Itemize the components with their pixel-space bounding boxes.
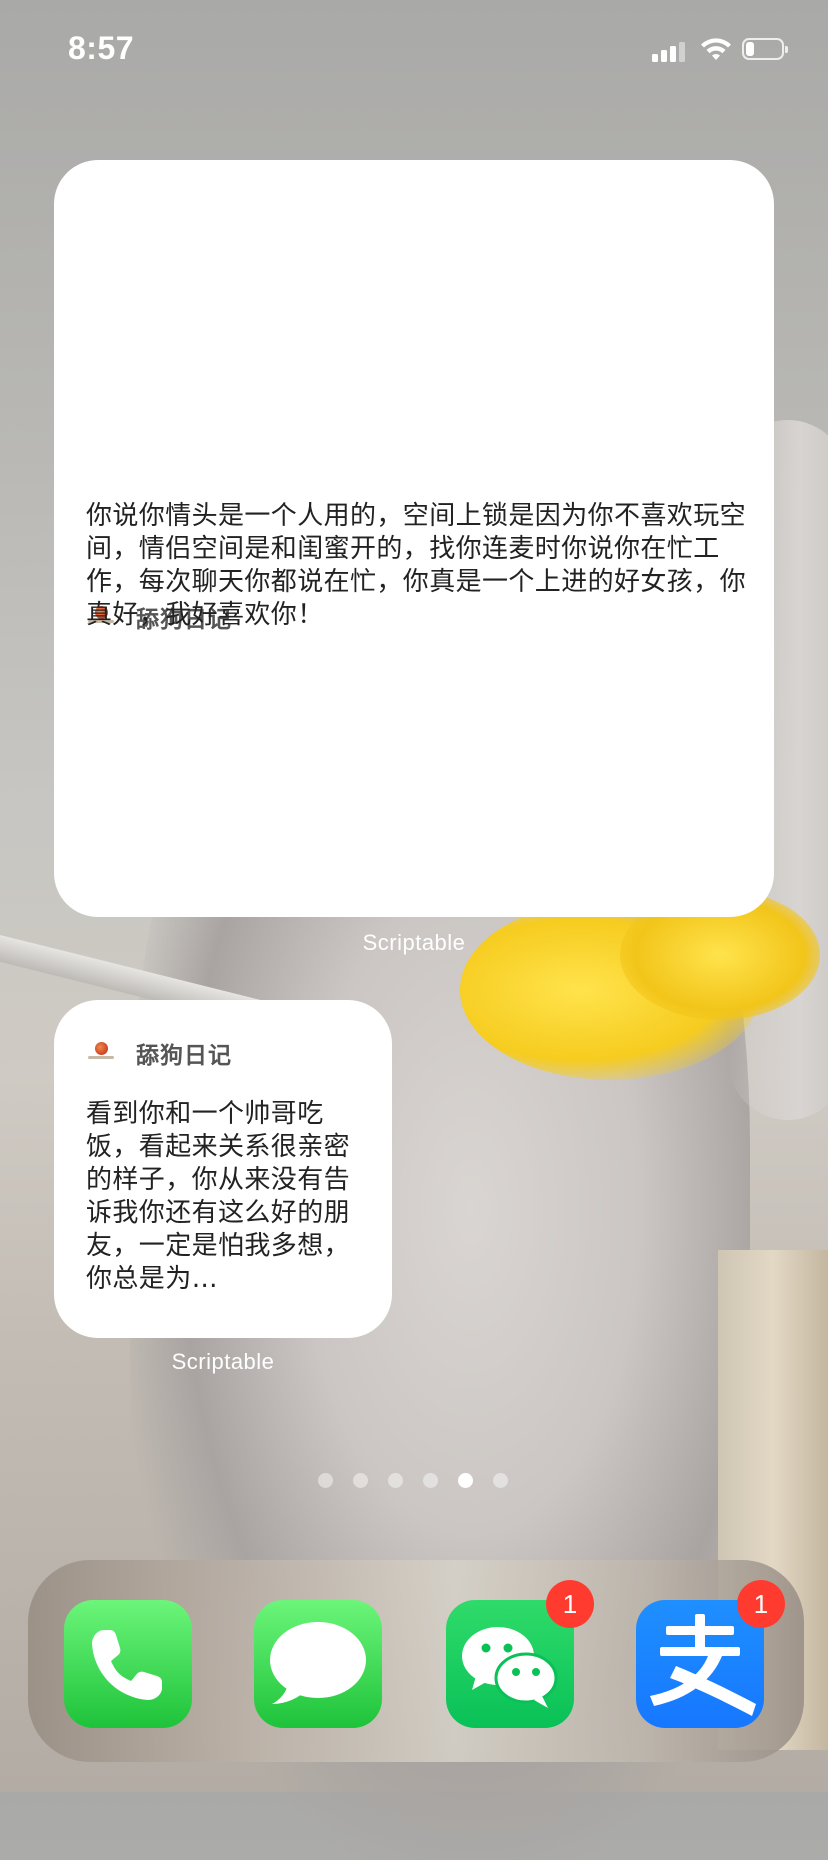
notification-badge: 1 (737, 1580, 785, 1628)
widget-text: 看到你和一个帅哥吃饭，看起来关系很亲密的样子，你从来没有告诉我你还有这么好的朋友… (86, 1099, 351, 1294)
widget-text: 你说你情头是一个人用的，空间上锁是因为你不喜欢玩空间，情侣空间是和闺蜜开的，找你… (86, 501, 747, 630)
page-dot[interactable] (318, 1473, 333, 1488)
status-bar: 8:57 (0, 0, 828, 100)
page-dot[interactable] (388, 1473, 403, 1488)
page-dot[interactable] (423, 1473, 438, 1488)
wifi-icon (701, 38, 731, 60)
widget-header: 舔狗日记 (88, 1036, 232, 1070)
phone-icon (92, 1630, 162, 1700)
cellular-signal-icon (652, 40, 688, 62)
app-logo-icon (88, 1042, 114, 1064)
page-indicator[interactable] (318, 1473, 508, 1488)
battery-icon (742, 38, 788, 60)
widget-title: 舔狗日记 (136, 1043, 232, 1069)
widget-small[interactable]: 舔狗日记 看到你和一个帅哥吃饭，看起来关系很亲密的样子，你从来没有告诉我你还有这… (54, 1000, 392, 1338)
notification-badge: 1 (546, 1580, 594, 1628)
messages-icon (270, 1622, 366, 1704)
page-dot[interactable] (353, 1473, 368, 1488)
page-dot[interactable] (493, 1473, 508, 1488)
phone-app-icon[interactable] (64, 1600, 192, 1728)
messages-app-icon[interactable] (254, 1600, 382, 1728)
status-time: 8:57 (68, 30, 135, 66)
widget-large[interactable]: 舔狗日记 你说你情头是一个人用的，空间上锁是因为你不喜欢玩空间，情侣空间是和闺蜜… (54, 160, 774, 917)
widget-app-label: Scriptable (362, 930, 466, 955)
widget-app-label: Scriptable (171, 1349, 275, 1374)
page-dot-active[interactable] (458, 1473, 473, 1488)
